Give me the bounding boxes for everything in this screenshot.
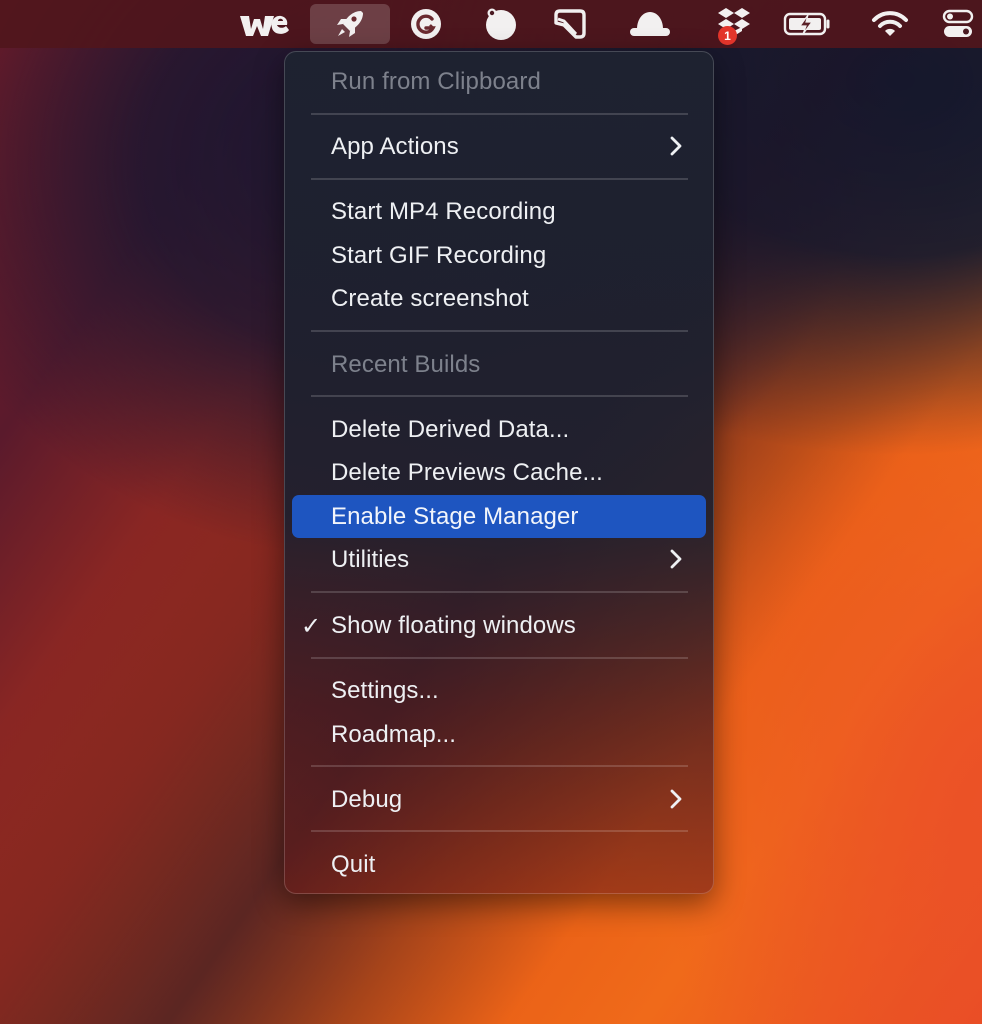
menu-separator bbox=[311, 395, 688, 397]
menu-item-start-gif-recording[interactable]: Start GIF Recording bbox=[292, 234, 706, 277]
menu-item-label: Start MP4 Recording bbox=[331, 197, 556, 225]
menu-item-label: Roadmap... bbox=[331, 720, 457, 748]
dropbox-icon[interactable]: 1 bbox=[706, 4, 762, 45]
notification-badge: 1 bbox=[718, 26, 737, 45]
menu-item-label: Create screenshot bbox=[331, 284, 529, 312]
menu-item-enable-stage-manager[interactable]: Enable Stage Manager bbox=[292, 495, 706, 538]
control-center-icon[interactable] bbox=[930, 4, 982, 44]
menu-item-utilities[interactable]: Utilities bbox=[292, 538, 706, 581]
menu-item-label: Utilities bbox=[331, 545, 410, 573]
wifi-icon[interactable] bbox=[862, 4, 918, 44]
menu-item-roadmap[interactable]: Roadmap... bbox=[292, 713, 706, 756]
menu-separator bbox=[311, 657, 688, 659]
menu-bar: 1 bbox=[0, 0, 982, 48]
checkmark-icon: ✓ bbox=[301, 613, 322, 640]
menu-item-label: Enable Stage Manager bbox=[331, 502, 579, 530]
menu-item-label: Show floating windows bbox=[331, 611, 576, 639]
menu-separator bbox=[311, 330, 688, 332]
menu-separator bbox=[311, 830, 688, 832]
menu-item-run-from-clipboard: Run from Clipboard bbox=[292, 60, 706, 103]
menu-item-label: Delete Derived Data... bbox=[331, 415, 570, 443]
wetransfer-icon[interactable] bbox=[236, 4, 292, 44]
grammarly-icon[interactable] bbox=[398, 4, 454, 44]
rocketsim-icon[interactable] bbox=[310, 4, 390, 44]
circle-app-icon[interactable] bbox=[472, 4, 528, 44]
menu-item-debug[interactable]: Debug bbox=[292, 778, 706, 821]
menu-item-label: Recent Builds bbox=[331, 350, 481, 378]
menu-separator bbox=[311, 591, 688, 593]
chevron-right-icon bbox=[670, 789, 682, 809]
chevron-right-icon bbox=[670, 549, 682, 569]
battery-charging-icon[interactable] bbox=[780, 4, 836, 44]
menu-item-label: Start GIF Recording bbox=[331, 241, 547, 269]
chevron-right-icon bbox=[670, 136, 682, 156]
menu-item-quit[interactable]: Quit bbox=[292, 843, 706, 886]
menu-separator bbox=[311, 765, 688, 767]
menu-item-label: App Actions bbox=[331, 132, 459, 160]
status-menu: Run from Clipboard App Actions Start MP4… bbox=[284, 51, 714, 894]
menu-item-label: Quit bbox=[331, 850, 376, 878]
menu-item-settings[interactable]: Settings... bbox=[292, 669, 706, 712]
menu-item-delete-derived-data[interactable]: Delete Derived Data... bbox=[292, 408, 706, 451]
menu-separator bbox=[311, 113, 688, 115]
menu-item-label: Settings... bbox=[331, 676, 439, 704]
menu-item-create-screenshot[interactable]: Create screenshot bbox=[292, 277, 706, 320]
tag-app-icon[interactable] bbox=[542, 4, 598, 44]
menu-item-start-mp4-recording[interactable]: Start MP4 Recording bbox=[292, 190, 706, 233]
menu-item-show-floating-windows[interactable]: ✓ Show floating windows bbox=[292, 604, 706, 647]
menu-separator bbox=[311, 178, 688, 180]
bell-hat-icon[interactable] bbox=[622, 4, 678, 44]
menu-item-app-actions[interactable]: App Actions bbox=[292, 125, 706, 168]
menu-item-label: Run from Clipboard bbox=[331, 67, 541, 95]
menu-item-recent-builds: Recent Builds bbox=[292, 343, 706, 386]
menu-item-label: Delete Previews Cache... bbox=[331, 458, 603, 486]
menu-item-delete-previews-cache[interactable]: Delete Previews Cache... bbox=[292, 451, 706, 494]
menu-item-label: Debug bbox=[331, 785, 403, 813]
